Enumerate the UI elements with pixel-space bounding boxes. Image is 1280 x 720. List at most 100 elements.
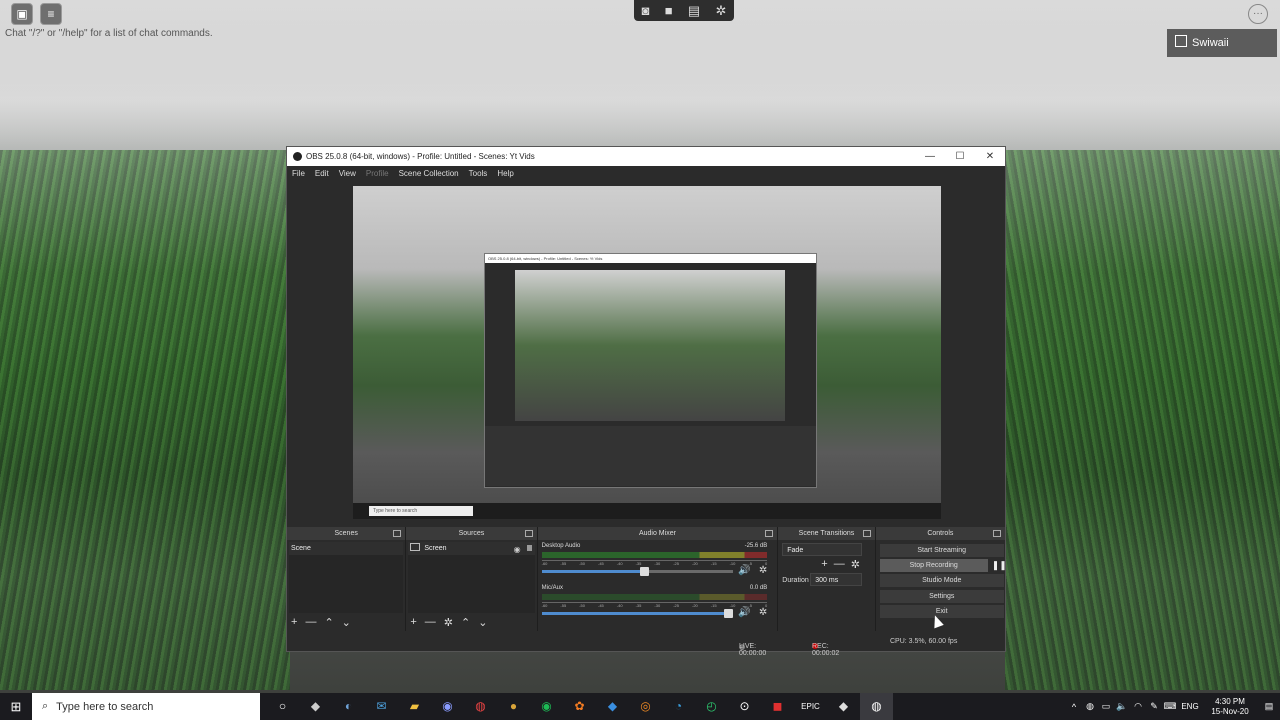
ellipsis-circle-icon[interactable]: ··· xyxy=(1248,4,1268,24)
edge-icon[interactable]: ◔ xyxy=(662,693,695,720)
chat-icon[interactable]: ≡ xyxy=(40,3,62,25)
tick-label: -15 xyxy=(710,561,717,566)
steam-icon[interactable]: ◐ xyxy=(332,693,365,720)
pen-icon[interactable]: ✎ xyxy=(1146,701,1162,712)
camera-icon[interactable]: ◙ xyxy=(642,3,650,18)
obs-taskbar-icon[interactable]: ◍ xyxy=(860,693,893,720)
undock-icon[interactable] xyxy=(393,530,402,537)
obs-logo-icon xyxy=(293,152,302,161)
spotify-icon[interactable]: ◉ xyxy=(530,693,563,720)
gear-icon[interactable]: ✲ xyxy=(759,607,767,618)
app-icon-white[interactable]: ⊙ xyxy=(728,693,761,720)
title-bar[interactable]: OBS 25.0.8 (64-bit, windows) - Profile: … xyxy=(287,147,1005,166)
preview-canvas[interactable]: OBS 25.0.8 (64-bit, windows) - Profile: … xyxy=(353,186,941,519)
move-down-icon[interactable]: ⌄ xyxy=(478,616,487,629)
undock-icon[interactable] xyxy=(993,530,1001,537)
menu-tools[interactable]: Tools xyxy=(469,169,488,178)
move-down-icon[interactable]: ⌄ xyxy=(342,616,351,629)
transition-select[interactable]: Fade xyxy=(782,543,863,556)
tray-app-icon[interactable]: ◍ xyxy=(1082,701,1098,712)
exit-button[interactable]: Exit xyxy=(879,605,1004,618)
app-icon-blue[interactable]: ◆ xyxy=(596,693,629,720)
keyboard-icon[interactable]: ⌨ xyxy=(1162,701,1178,712)
sources-list: Screen ◉ xyxy=(408,542,535,613)
app-icon-red[interactable]: ◼ xyxy=(761,693,794,720)
app-icon-orange[interactable]: ✿ xyxy=(563,693,596,720)
add-icon[interactable]: + xyxy=(821,558,827,571)
source-item[interactable]: Screen ◉ xyxy=(408,542,535,556)
sources-title: Sources xyxy=(458,530,485,537)
roblox-menu-icon[interactable]: ▣ xyxy=(11,3,33,25)
close-icon[interactable]: ✕ xyxy=(975,147,1005,166)
undock-icon[interactable] xyxy=(862,530,871,537)
menu-profile[interactable]: Profile xyxy=(366,169,389,178)
remove-icon[interactable]: — xyxy=(305,616,316,629)
cortana-icon[interactable]: ○ xyxy=(266,693,299,720)
channel-name: Desktop Audio xyxy=(541,543,581,549)
menu-scene-collection[interactable]: Scene Collection xyxy=(399,169,459,178)
recording-toolbar: ◙ ■ ▤ ✲ xyxy=(634,0,734,21)
speaker-icon[interactable]: 🔊 xyxy=(738,607,750,618)
tick-label: -10 xyxy=(729,561,736,566)
remove-icon[interactable]: — xyxy=(425,616,436,629)
speaker-icon[interactable]: 🔊 xyxy=(738,565,750,576)
eye-icon[interactable]: ◉ xyxy=(514,543,521,556)
roblox-icon[interactable]: ◆ xyxy=(827,693,860,720)
scene-item[interactable]: Scene xyxy=(289,542,404,555)
windows-taskbar: ⊞ ⌕ Type here to search ○ ◆ ◐ ✉ ▰ ◉ ◍ ● … xyxy=(0,693,1280,720)
video-icon[interactable]: ■ xyxy=(665,3,673,18)
duration-input[interactable]: 300 ms xyxy=(810,573,863,586)
menu-edit[interactable]: Edit xyxy=(315,169,329,178)
lock-icon[interactable] xyxy=(526,545,532,551)
tick-label: -45 xyxy=(598,561,604,566)
move-up-icon[interactable]: ⌃ xyxy=(461,616,470,629)
undock-icon[interactable] xyxy=(765,530,774,537)
language-indicator[interactable]: ENG xyxy=(1178,702,1202,711)
settings-button[interactable]: Settings xyxy=(879,590,1004,603)
add-icon[interactable]: + xyxy=(410,616,416,629)
menu-view[interactable]: View xyxy=(339,169,356,178)
mail-icon[interactable]: ✉ xyxy=(365,693,398,720)
volume-icon[interactable]: 🔈 xyxy=(1114,701,1130,712)
scene-transitions-dock: Scene Transitions Fade + — ✲ Duration 30… xyxy=(778,527,876,631)
gear-icon[interactable]: ✲ xyxy=(759,565,767,576)
app-icon-green[interactable]: ◴ xyxy=(695,693,728,720)
gear-icon[interactable]: ✲ xyxy=(851,558,860,571)
blender-icon[interactable]: ◎ xyxy=(629,693,662,720)
pause-icon[interactable]: ❚❚ xyxy=(992,559,1007,572)
file-explorer-icon[interactable]: ▰ xyxy=(398,693,431,720)
taskbar-search[interactable]: ⌕ Type here to search xyxy=(32,693,260,720)
notifications-icon[interactable]: ▤ xyxy=(1258,701,1280,712)
epic-games-icon[interactable]: EPIC xyxy=(794,693,827,720)
scenes-list: Scene xyxy=(289,542,404,613)
studio-mode-button[interactable]: Studio Mode xyxy=(879,574,1004,587)
tick-label: -20 xyxy=(691,561,698,566)
stop-recording-button[interactable]: Stop Recording xyxy=(879,559,988,572)
live-time: LIVE: 00:00:00 xyxy=(739,643,767,657)
network-icon[interactable]: ◠ xyxy=(1130,701,1146,712)
move-up-icon[interactable]: ⌃ xyxy=(324,616,333,629)
maximize-icon[interactable]: ☐ xyxy=(945,147,975,166)
windows-start-icon[interactable]: ⊞ xyxy=(0,693,32,720)
discord-icon[interactable]: ◉ xyxy=(431,693,464,720)
volume-slider[interactable] xyxy=(541,609,734,618)
chevron-up-icon[interactable]: ^ xyxy=(1066,702,1082,712)
volume-slider[interactable] xyxy=(541,567,734,576)
gear-icon[interactable]: ✲ xyxy=(715,3,726,19)
add-icon[interactable]: + xyxy=(291,616,297,629)
roblox-studio-icon[interactable]: ◆ xyxy=(299,693,332,720)
menu-file[interactable]: File xyxy=(292,169,305,178)
clock[interactable]: 4:30 PM 15-Nov-20 xyxy=(1202,697,1258,717)
minimize-icon[interactable]: — xyxy=(915,147,945,166)
image-icon[interactable]: ▤ xyxy=(688,3,700,19)
gear-icon[interactable]: ✲ xyxy=(444,616,453,629)
chrome-icon[interactable]: ◍ xyxy=(464,693,497,720)
remove-icon[interactable]: — xyxy=(834,558,845,571)
battery-icon[interactable]: ▭ xyxy=(1098,701,1114,712)
app-icon[interactable]: ● xyxy=(497,693,530,720)
player-name: Swiwaii xyxy=(1192,37,1229,49)
undock-icon[interactable] xyxy=(524,530,533,537)
menu-help[interactable]: Help xyxy=(497,169,513,178)
start-streaming-button[interactable]: Start Streaming xyxy=(879,544,1004,557)
player-badge[interactable]: Swiwaii xyxy=(1167,29,1277,57)
